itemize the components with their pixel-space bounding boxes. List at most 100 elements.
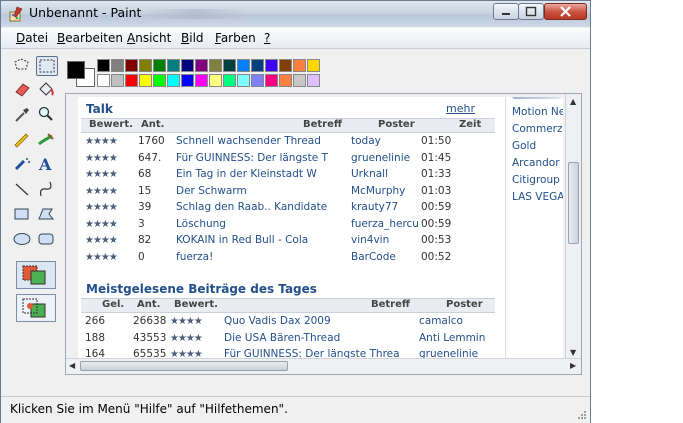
- thread-link[interactable]: fuerza!: [176, 251, 342, 263]
- sidebar-link[interactable]: Citigroup: [512, 174, 560, 186]
- palette-swatch[interactable]: [153, 74, 166, 87]
- rect-select-tool[interactable]: [36, 56, 58, 76]
- text-tool[interactable]: A: [36, 155, 58, 175]
- talk-row[interactable]: ★★★★ 68 Ein Tag in der Kleinstadt W Urknall…: [81, 166, 495, 182]
- menu-bearbeiten[interactable]: Bearbeiten: [57, 31, 123, 45]
- transparent-selection-option[interactable]: [16, 294, 56, 322]
- poster-link[interactable]: Urknall: [351, 168, 421, 180]
- talk-row[interactable]: ★★★★ 0 fuerza! BarCode 00:52: [81, 249, 495, 265]
- palette-swatch[interactable]: [209, 59, 222, 72]
- poster-link[interactable]: today: [351, 135, 421, 147]
- sidebar-link[interactable]: Commerzban: [512, 123, 563, 135]
- fill-tool[interactable]: [36, 80, 58, 100]
- airbrush-tool[interactable]: [12, 155, 34, 175]
- pencil-tool[interactable]: [12, 130, 34, 150]
- thread-link[interactable]: KOKAIN in Red Bull - Cola: [176, 234, 342, 246]
- palette-swatch[interactable]: [195, 74, 208, 87]
- palette-swatch[interactable]: [293, 74, 306, 87]
- opaque-selection-option[interactable]: [16, 261, 56, 289]
- thread-link[interactable]: Der Schwarm: [176, 185, 342, 197]
- magnifier-tool[interactable]: [36, 105, 58, 125]
- palette-swatch[interactable]: [307, 59, 320, 72]
- menu-help[interactable]: ?: [264, 31, 270, 45]
- talk-row[interactable]: ★★★★ 15 Der Schwarm McMurphy 01:03: [81, 183, 495, 199]
- palette-swatch[interactable]: [111, 74, 124, 87]
- palette-swatch[interactable]: [209, 74, 222, 87]
- free-select-tool[interactable]: [12, 56, 34, 76]
- palette-swatch[interactable]: [167, 74, 180, 87]
- palette-swatch[interactable]: [251, 74, 264, 87]
- foreground-color[interactable]: [67, 61, 85, 79]
- vertical-scrollbar[interactable]: ▲ ▼: [565, 94, 581, 360]
- palette-swatch[interactable]: [223, 59, 236, 72]
- palette-swatch[interactable]: [223, 74, 236, 87]
- close-button[interactable]: [544, 3, 587, 20]
- current-colors[interactable]: [65, 57, 95, 89]
- menu-ansicht[interactable]: Ansicht: [127, 31, 171, 45]
- thread-link[interactable]: Schlag den Raab.. Kandidate: [176, 201, 342, 213]
- talk-row[interactable]: ★★★★ 3 Löschung fuerza_hercu 00:59: [81, 216, 495, 232]
- palette-swatch[interactable]: [265, 59, 278, 72]
- title-bar[interactable]: Unbenannt - Paint: [1, 1, 590, 27]
- poster-link[interactable]: fuerza_hercu: [351, 218, 421, 230]
- poster-link[interactable]: McMurphy: [351, 185, 421, 197]
- palette-swatch[interactable]: [307, 74, 320, 87]
- palette-swatch[interactable]: [279, 59, 292, 72]
- poster-link[interactable]: vin4vin: [351, 234, 421, 246]
- palette-swatch[interactable]: [97, 59, 110, 72]
- drawing-canvas[interactable]: Talk mehr Bewert. Ant. Betreff Poster Ze…: [78, 97, 563, 372]
- palette-swatch[interactable]: [167, 59, 180, 72]
- thread-link[interactable]: Die USA Bären-Thread: [224, 332, 414, 344]
- curve-tool[interactable]: [36, 180, 58, 200]
- rectangle-tool[interactable]: [12, 205, 34, 225]
- sidebar-link[interactable]: Arcandor: [512, 157, 560, 169]
- horizontal-scroll-thumb[interactable]: [80, 361, 288, 371]
- sidebar-link[interactable]: LAS VEGAS: [512, 191, 563, 203]
- menu-datei[interactable]: Datei: [16, 31, 48, 45]
- color-picker-tool[interactable]: [12, 105, 34, 125]
- palette-swatch[interactable]: [279, 74, 292, 87]
- menu-bild[interactable]: Bild: [181, 31, 204, 45]
- thread-link[interactable]: Löschung: [176, 218, 342, 230]
- horizontal-scrollbar[interactable]: ◀ ▶: [66, 358, 581, 374]
- palette-swatch[interactable]: [181, 74, 194, 87]
- palette-swatch[interactable]: [181, 59, 194, 72]
- thread-link[interactable]: Ein Tag in der Kleinstadt W: [176, 168, 342, 180]
- thread-link[interactable]: Quo Vadis Dax 2009: [224, 315, 414, 327]
- talk-row[interactable]: ★★★★ 39 Schlag den Raab.. Kandidate krauty7…: [81, 199, 495, 215]
- resize-grip-icon[interactable]: [577, 410, 587, 420]
- palette-swatch[interactable]: [237, 74, 250, 87]
- rounded-rect-tool[interactable]: [36, 230, 58, 250]
- ellipse-tool[interactable]: [12, 230, 34, 250]
- eraser-tool[interactable]: [12, 80, 34, 100]
- polygon-tool[interactable]: [36, 205, 58, 225]
- poster-link[interactable]: krauty77: [351, 201, 421, 213]
- scroll-left-icon[interactable]: ◀: [69, 361, 75, 370]
- scroll-right-icon[interactable]: ▶: [570, 361, 576, 370]
- poster-link[interactable]: gruenelinie: [351, 152, 421, 164]
- palette-swatch[interactable]: [97, 74, 110, 87]
- menu-farben[interactable]: Farben: [215, 31, 256, 45]
- sidebar-link[interactable]: Motion Netwo: [512, 106, 563, 118]
- palette-swatch[interactable]: [111, 59, 124, 72]
- minimize-button[interactable]: [493, 3, 519, 20]
- poster-link[interactable]: camalco: [419, 315, 495, 327]
- palette-swatch[interactable]: [139, 59, 152, 72]
- palette-swatch[interactable]: [125, 74, 138, 87]
- palette-swatch[interactable]: [251, 59, 264, 72]
- poster-link[interactable]: BarCode: [351, 251, 421, 263]
- line-tool[interactable]: [12, 180, 34, 200]
- palette-swatch[interactable]: [139, 74, 152, 87]
- maximize-button[interactable]: [518, 3, 544, 20]
- scroll-up-icon[interactable]: ▲: [570, 97, 576, 106]
- palette-swatch[interactable]: [265, 74, 278, 87]
- poster-link[interactable]: Anti Lemmin: [419, 332, 495, 344]
- thread-link[interactable]: Für GUINNESS: Der längste T: [176, 152, 342, 164]
- most-read-row[interactable]: 266 26638 ★★★★ Quo Vadis Dax 2009 camalco: [81, 313, 495, 329]
- sidebar-link[interactable]: Gold: [512, 140, 536, 152]
- palette-swatch[interactable]: [195, 59, 208, 72]
- brush-tool[interactable]: [36, 130, 58, 150]
- palette-swatch[interactable]: [153, 59, 166, 72]
- palette-swatch[interactable]: [125, 59, 138, 72]
- thread-link[interactable]: Schnell wachsender Thread: [176, 135, 342, 147]
